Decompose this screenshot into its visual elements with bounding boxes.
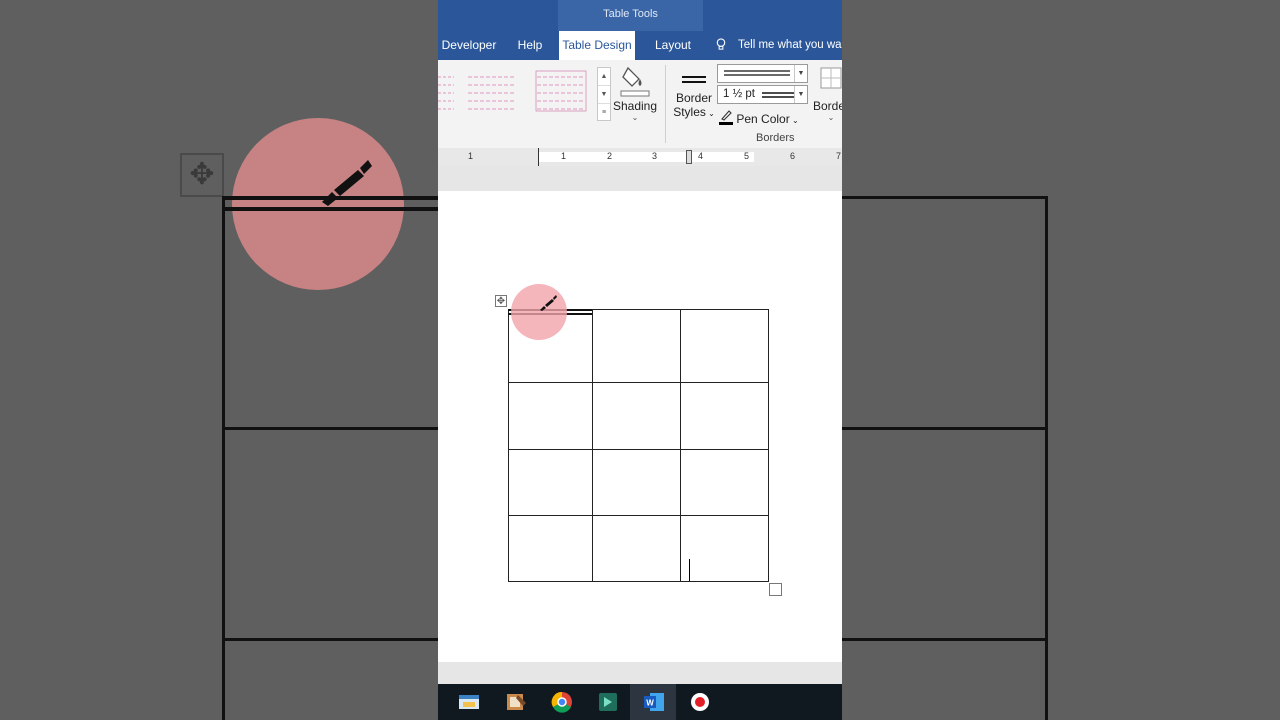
line-style-dropdown[interactable]: ▼ [717, 64, 808, 83]
bg-table-row-line [842, 427, 1048, 430]
weight-line-preview [762, 92, 794, 98]
table-cell[interactable] [592, 515, 681, 582]
paint-bucket-icon [620, 66, 650, 97]
screen-recorder-icon[interactable] [688, 691, 712, 713]
tab-help[interactable]: Help [510, 31, 550, 60]
tab-table-design[interactable]: Table Design [559, 31, 635, 60]
table-move-icon-blur: ✥ [180, 153, 224, 197]
ruler-number: 7 [836, 151, 842, 161]
ribbon-tabs: Developer Help Table Design Layout Tell … [438, 31, 842, 60]
borders-group-label: Borders [756, 132, 795, 144]
word-window: Table Tools Developer Help Table Design … [438, 0, 842, 720]
pen-color-label: Pen Color [736, 112, 790, 126]
table-resize-handle[interactable] [769, 583, 782, 596]
scroll-up-icon[interactable]: ▲ [598, 68, 610, 86]
ruler-text-area [538, 152, 754, 162]
bg-table-left-border [222, 196, 225, 720]
table-cell[interactable] [680, 515, 769, 582]
ruler-number: 4 [698, 151, 704, 161]
borders-button[interactable]: Border ⌄ [811, 66, 842, 122]
click-highlight [511, 284, 567, 340]
table-cell[interactable] [680, 382, 769, 450]
ribbon-panel: ▲ ▼ ≡ Shading ⌄ Border Styles ⌄ ▼ 1 ½ pt… [438, 60, 842, 149]
file-explorer-icon[interactable] [457, 691, 481, 713]
borders-grid-icon [820, 67, 842, 89]
group-separator [665, 65, 666, 143]
scroll-down-icon[interactable]: ▼ [598, 86, 610, 104]
tell-me-text: Tell me what you wa [738, 39, 842, 51]
bg-double-line-1 [222, 196, 438, 200]
border-styles-label-line2: Styles ⌄ [673, 105, 715, 119]
text-cursor [689, 559, 690, 581]
paint-icon[interactable] [504, 691, 528, 713]
taskbar: W [438, 684, 842, 720]
chevron-down-icon: ⌄ [827, 113, 835, 122]
table-style-thumbnail[interactable] [438, 69, 456, 113]
ruler-number: 1 [468, 151, 474, 161]
first-line-indent-marker[interactable] [538, 148, 539, 166]
table-cell[interactable] [508, 449, 593, 516]
table-styles-scroll[interactable]: ▲ ▼ ≡ [597, 67, 611, 121]
pen-weight-value: 1 ½ pt [723, 88, 755, 100]
ruler-number: 3 [652, 151, 658, 161]
chevron-down-icon: ▼ [794, 65, 807, 82]
table-cell[interactable] [508, 515, 593, 582]
shading-button[interactable]: Shading ⌄ [612, 64, 658, 122]
bg-double-line-2 [222, 207, 438, 211]
filmora-icon[interactable] [596, 691, 620, 713]
tab-layout[interactable]: Layout [648, 31, 698, 60]
page-top-margin-gap [438, 166, 842, 191]
table-style-thumbnail[interactable] [466, 69, 518, 113]
tell-me-search[interactable]: Tell me what you wa [716, 31, 842, 60]
tab-developer[interactable]: Developer [438, 31, 500, 60]
horizontal-ruler[interactable]: 1 1 2 3 4 5 6 7 [438, 148, 842, 166]
right-indent-marker[interactable] [686, 150, 692, 164]
ruler-number: 2 [607, 151, 613, 161]
table-cell[interactable] [680, 309, 769, 383]
table-cell[interactable] [592, 449, 681, 516]
bg-table-row-line [222, 638, 438, 641]
pen-color-icon [719, 110, 733, 125]
pen-color-button[interactable]: Pen Color ⌄ [719, 109, 799, 129]
borders-label: Border [812, 99, 842, 113]
background-blur-left: ✥ [0, 0, 438, 720]
bg-table-top-border [842, 196, 1048, 199]
background-blur-right [842, 0, 1280, 720]
table-cell[interactable] [592, 309, 681, 383]
bg-table-right-border [1045, 196, 1048, 720]
table-tools-context-label: Table Tools [558, 0, 703, 31]
word-icon[interactable]: W [642, 691, 666, 713]
shading-label: Shading [612, 99, 658, 113]
ruler-number: 1 [561, 151, 567, 161]
bg-table-row-line [222, 427, 438, 430]
pen-weight-dropdown[interactable]: 1 ½ pt ▼ [717, 85, 808, 104]
table-cell[interactable] [508, 382, 593, 450]
double-line-preview [724, 70, 790, 76]
ribbon-tab-bar: Table Tools Developer Help Table Design … [438, 0, 842, 60]
border-styles-button[interactable]: Border Styles ⌄ [672, 70, 716, 119]
chrome-icon[interactable] [550, 691, 574, 713]
border-styles-label-line1: Border [675, 91, 713, 105]
page-bottom-gap [438, 662, 842, 684]
border-painter-cursor-icon [540, 295, 557, 311]
chevron-down-icon: ▼ [794, 86, 807, 103]
ruler-number: 6 [790, 151, 796, 161]
chevron-down-icon: ⌄ [631, 113, 639, 122]
ruler-number: 5 [744, 151, 750, 161]
document-page[interactable]: ✥ [438, 191, 842, 662]
lightbulb-icon [716, 38, 726, 51]
bg-table-row-line [842, 638, 1048, 641]
table-move-handle-icon[interactable]: ✥ [495, 295, 507, 307]
double-line-icon [682, 76, 706, 83]
table-cell[interactable] [680, 449, 769, 516]
styles-more-icon[interactable]: ≡ [598, 104, 610, 121]
table-cell[interactable] [592, 382, 681, 450]
table-style-thumbnail[interactable] [535, 69, 587, 113]
svg-text:W: W [646, 699, 654, 708]
